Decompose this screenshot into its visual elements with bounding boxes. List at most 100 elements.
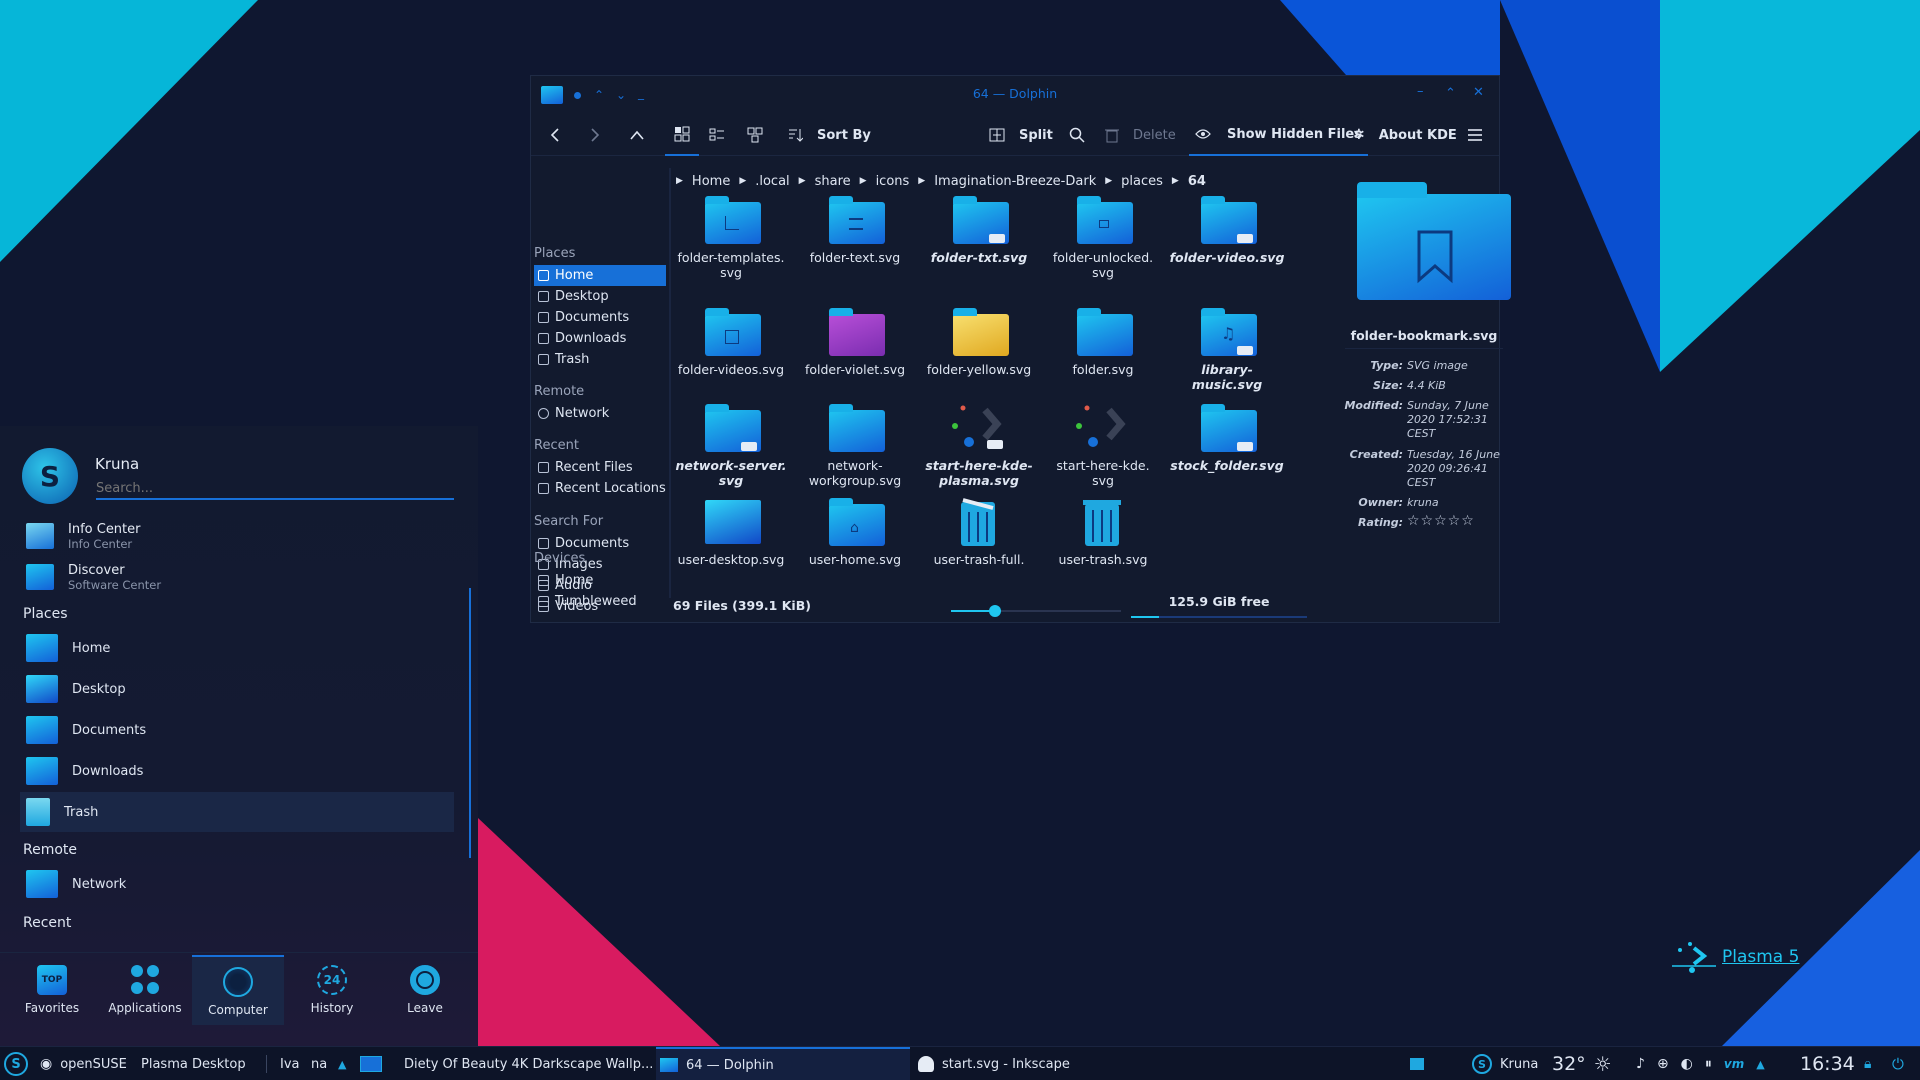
launcher-place-trash[interactable]: Trash [20, 792, 454, 832]
user-switcher[interactable]: S Kruna [1472, 1047, 1538, 1080]
places-item-documents[interactable]: Documents [534, 307, 666, 328]
breadcrumb-item[interactable]: places [1121, 174, 1163, 189]
hamburger-menu-button[interactable] [1467, 114, 1483, 156]
file-item[interactable]: folder-violet.svg [795, 306, 915, 377]
forward-button[interactable] [589, 114, 601, 156]
compact-view-button[interactable] [709, 114, 725, 156]
file-item[interactable]: folder-templates. svg [671, 194, 791, 280]
breadcrumb[interactable]: ▶ Home ▶ .local ▶ share ▶ icons ▶ Imaginatio… [676, 171, 1206, 191]
places-item-home[interactable]: Home [534, 265, 666, 286]
places-item-device-home[interactable]: Home [534, 570, 666, 591]
file-item[interactable]: user-desktop.svg [671, 496, 791, 567]
vmware-icon[interactable]: vm [1724, 1057, 1744, 1071]
places-item-recent-locations[interactable]: Recent Locations [534, 478, 666, 499]
launcher-scrollbar[interactable] [469, 588, 471, 858]
file-item[interactable]: user-trash.svg [1043, 496, 1163, 567]
split-button[interactable]: Split [989, 114, 1053, 156]
pager-desktop-2[interactable]: na [311, 1047, 327, 1080]
tray-expand-icon[interactable]: ▲ [1756, 1058, 1764, 1071]
file-item[interactable]: ⌂ user-home.svg [795, 496, 915, 567]
minimize-button[interactable]: – [1417, 84, 1424, 99]
file-item[interactable]: network-server. svg [671, 402, 791, 488]
file-item[interactable]: folder.svg [1043, 306, 1163, 377]
places-item-downloads[interactable]: Downloads [534, 328, 666, 349]
breadcrumb-item[interactable]: Imagination-Breeze-Dark [934, 174, 1096, 189]
launcher-app-info-center[interactable]: Info Center Info Center [20, 516, 454, 556]
breadcrumb-current[interactable]: 64 [1188, 174, 1206, 189]
places-item-trash[interactable]: Trash [534, 349, 666, 370]
launcher-place-documents[interactable]: Documents [20, 710, 454, 750]
file-item[interactable]: user-trash-full. [919, 496, 1039, 567]
breadcrumb-item[interactable]: icons [876, 174, 910, 189]
launcher-search-input[interactable] [96, 478, 454, 500]
pager-desktop-1[interactable]: Iva [280, 1047, 300, 1080]
launcher-tab-leave[interactable]: Leave [379, 955, 471, 1025]
plasma-desktop-button[interactable]: Plasma Desktop [141, 1047, 246, 1080]
delete-button[interactable]: Delete [1105, 114, 1176, 156]
maximize-button[interactable]: ⌃ [1445, 86, 1456, 101]
drive-icon [538, 575, 549, 586]
launcher-place-home[interactable]: Home [20, 628, 454, 668]
dolphin-titlebar[interactable]: ⌃ ⌄ _ 64 — Dolphin – ⌃ ✕ [531, 76, 1499, 114]
breadcrumb-item[interactable]: share [815, 174, 851, 189]
lock-screen-button[interactable]: 🔒︎ [1864, 1047, 1871, 1080]
places-item-recent-files[interactable]: Recent Files [534, 457, 666, 478]
up-button[interactable] [629, 114, 645, 156]
back-button[interactable] [549, 114, 561, 156]
zoom-slider[interactable] [951, 605, 1121, 619]
launcher-button[interactable]: S [4, 1047, 28, 1080]
opensuse-menu-button[interactable]: ◉ openSUSE [40, 1047, 127, 1080]
launcher-tab-computer[interactable]: Computer [192, 955, 284, 1025]
about-kde-button[interactable]: ✲ About KDE [1353, 114, 1457, 156]
launcher-remote-network[interactable]: Network [20, 864, 454, 904]
digital-clock[interactable]: 16:34 [1800, 1047, 1855, 1080]
search-button[interactable] [1069, 114, 1085, 156]
rating-stars[interactable]: ☆☆☆☆☆ [1407, 513, 1507, 531]
task-firefox[interactable]: Diety Of Beauty 4K Darkscape Wallp... [396, 1047, 653, 1080]
launcher-app-discover[interactable]: Discover Software Center [20, 557, 454, 597]
sort-by-button[interactable]: Sort By [787, 114, 871, 156]
launcher-tab-favorites[interactable]: TOP Favorites [6, 955, 98, 1025]
file-item[interactable]: folder-videos.svg [671, 306, 791, 377]
file-item[interactable]: stock_folder.svg [1167, 402, 1287, 473]
power-button[interactable]: ⏻ [1892, 1047, 1904, 1080]
breadcrumb-item[interactable]: Home [692, 174, 730, 189]
file-item[interactable]: folder-yellow.svg [919, 306, 1039, 377]
breadcrumb-item[interactable]: .local [755, 174, 789, 189]
user-avatar[interactable]: S [22, 448, 78, 504]
icons-view-button[interactable] [665, 114, 699, 156]
bell-icon[interactable]: ♪ [1636, 1056, 1645, 1072]
places-item-desktop[interactable]: Desktop [534, 286, 666, 307]
places-item-tumbleweed[interactable]: Tumbleweed [534, 591, 666, 612]
info-modified-key: Modified: [1344, 399, 1403, 412]
zoom-slider-handle[interactable] [989, 605, 1002, 617]
weather-widget[interactable]: 32° ☼ [1552, 1047, 1612, 1080]
pager-thumbnail[interactable] [360, 1047, 382, 1080]
show-desktop-button[interactable] [1410, 1047, 1424, 1080]
file-item[interactable]: ♫ library-music.svg [1167, 306, 1287, 392]
updates-icon[interactable]: ⊕ [1657, 1056, 1669, 1072]
file-item[interactable]: folder-txt.svg [919, 194, 1039, 265]
file-item[interactable]: start-here-kde. svg [1043, 402, 1163, 488]
launcher-tab-history[interactable]: 24 History [286, 955, 378, 1025]
launcher-place-desktop[interactable]: Desktop [20, 669, 454, 709]
file-item[interactable]: start-here-kde- plasma.svg [919, 402, 1039, 488]
info-type-key: Type: [1370, 359, 1403, 372]
task-dolphin[interactable]: 64 — Dolphin [656, 1047, 910, 1080]
show-hidden-files-button[interactable]: Show Hidden Files [1189, 114, 1368, 156]
night-color-icon[interactable]: ◐ [1681, 1056, 1693, 1072]
dolphin-window[interactable]: ⌃ ⌄ _ 64 — Dolphin – ⌃ ✕ Sort By Split D… [530, 75, 1511, 623]
file-item[interactable]: folder-video.svg [1167, 194, 1287, 265]
close-button[interactable]: ✕ [1473, 85, 1484, 100]
file-item[interactable]: network- workgroup.svg [795, 402, 915, 488]
file-item[interactable]: folder-text.svg [795, 194, 915, 265]
places-item-network[interactable]: Network [534, 403, 666, 424]
media-pause-icon[interactable]: ⏸ [1705, 1056, 1712, 1072]
details-view-button[interactable] [747, 114, 763, 156]
launcher-place-downloads[interactable]: Downloads [20, 751, 454, 791]
file-item[interactable]: folder-unlocked. svg [1043, 194, 1163, 280]
file-grid[interactable]: folder-templates. svg folder-text.svg fo… [671, 194, 1347, 594]
task-inkscape[interactable]: start.svg - Inkscape [918, 1047, 1172, 1080]
launcher-tab-applications[interactable]: Applications [99, 955, 191, 1025]
pager-expand-arrow[interactable]: ▲ [338, 1047, 346, 1080]
